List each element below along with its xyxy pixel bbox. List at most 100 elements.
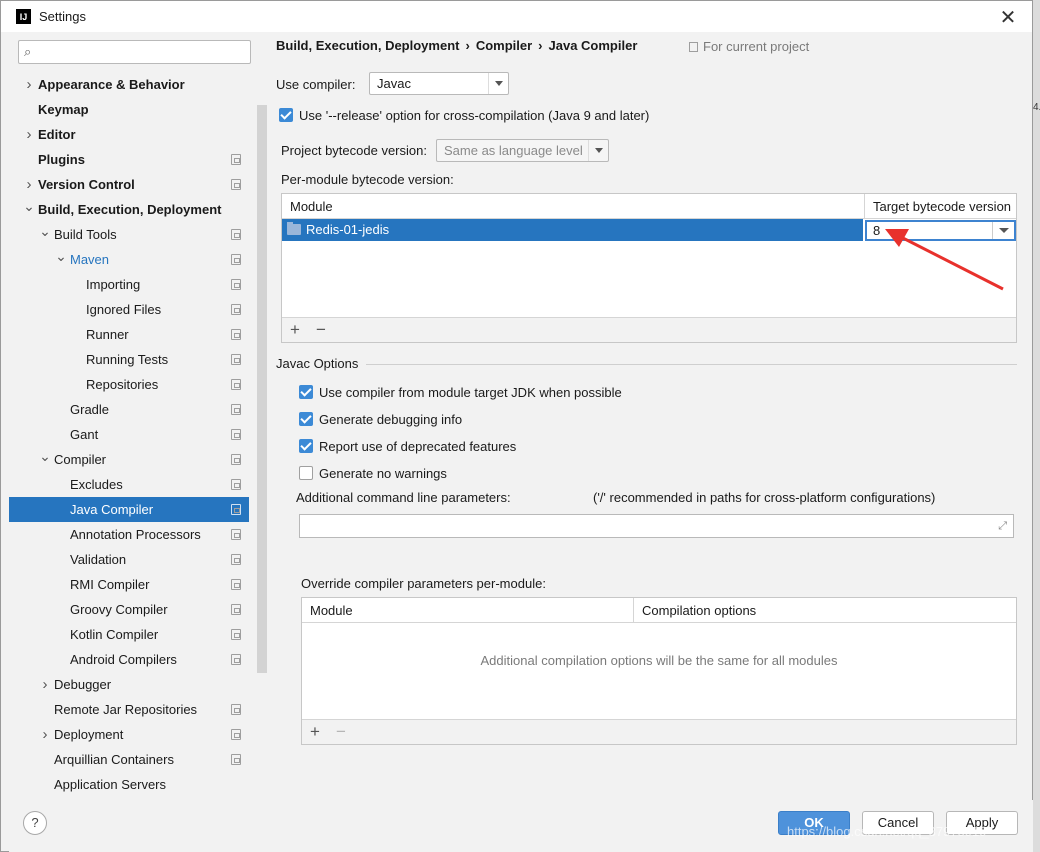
module-folder-icon [287,222,301,235]
sidebar-item-android-compilers[interactable]: Android Compilers [9,647,249,672]
sidebar-item-version-control[interactable]: › Version Control [9,172,249,197]
chevron-down-icon[interactable]: ⌄ [39,444,51,469]
chevron-right-icon[interactable]: › [23,122,35,147]
chevron-right-icon[interactable]: › [39,672,51,697]
sidebar-item-label: Keymap [38,102,89,117]
project-level-icon [231,704,241,715]
add-icon[interactable]: + [287,320,303,340]
opt-no-warnings-checkbox[interactable] [299,466,313,480]
project-level-icon [231,229,241,240]
sidebar-item-label: Plugins [38,152,85,167]
breadcrumb-item: Java Compiler [548,38,638,53]
opt-debug-info-checkbox[interactable] [299,412,313,426]
project-level-icon [231,329,241,340]
background-window-edge: 4. [1033,0,1040,852]
sidebar-item-label: Appearance & Behavior [38,77,185,92]
sidebar-item-label: RMI Compiler [70,577,150,592]
sidebar-item-label: Build, Execution, Deployment [38,202,222,217]
module-name: Redis-01-jedis [306,222,390,237]
sidebar-item-label: Gradle [70,402,110,417]
chevron-down-icon[interactable]: ⌄ [39,219,51,244]
sidebar-item-ignored-files[interactable]: Ignored Files [9,297,249,322]
cmd-params-input[interactable]: ⤢ [299,514,1014,538]
sidebar-item-label: Repositories [86,377,159,392]
sidebar-item-label: Annotation Processors [70,527,201,542]
sidebar-item-runner[interactable]: Runner [9,322,249,347]
release-option-checkbox[interactable] [279,108,293,122]
sidebar-item-label: Validation [70,552,127,567]
override-table: Module Compilation options Additional co… [301,597,1017,745]
sidebar-item-gradle[interactable]: Gradle [9,397,249,422]
sidebar-item-label: Version Control [38,177,135,192]
project-bytecode-select[interactable]: Same as language level [436,139,609,162]
chevron-down-icon[interactable]: ⌄ [55,244,67,269]
project-level-icon [231,504,241,515]
sidebar-item-running-tests[interactable]: Running Tests [9,347,249,372]
remove-icon[interactable]: − [313,320,329,340]
project-level-icon [231,629,241,640]
compiler-select[interactable]: Javac [369,72,509,95]
column-header-module[interactable]: Module [302,598,633,623]
project-level-icon [231,604,241,615]
sidebar-item-arquillian-containers[interactable]: Arquillian Containers [9,747,249,772]
chevron-right-icon[interactable]: › [23,72,35,97]
sidebar-item-label: Gant [70,427,99,442]
sidebar-item-keymap[interactable]: Keymap [9,97,249,122]
sidebar-item-editor[interactable]: › Editor [9,122,249,147]
chevron-down-icon [488,73,508,94]
sidebar-item-remote-jar-repositories[interactable]: Remote Jar Repositories [9,697,249,722]
sidebar-item-java-compiler[interactable]: Java Compiler [9,497,249,522]
project-level-icon [231,404,241,415]
close-icon[interactable]: ✕ [998,5,1018,30]
expand-icon[interactable]: ⤢ [998,520,1007,533]
javac-options-title: Javac Options [276,356,359,371]
project-level-icon [231,479,241,490]
sidebar-item-build-tools[interactable]: ⌄ Build Tools [9,222,249,247]
sidebar-item-repositories[interactable]: Repositories [9,372,249,397]
add-icon[interactable]: + [307,722,323,742]
table-row[interactable]: Redis-01-jedis [282,219,863,241]
settings-window: IJ Settings ✕ ⌕ › Appearance & Behavior Ke… [0,0,1033,852]
sidebar-item-label: Groovy Compiler [70,602,168,617]
sidebar-item-annotation-processors[interactable]: Annotation Processors [9,522,249,547]
sidebar-item-groovy-compiler[interactable]: Groovy Compiler [9,597,249,622]
use-compiler-label: Use compiler: [276,77,356,92]
chevron-right-icon[interactable]: › [39,722,51,747]
help-button[interactable]: ? [23,811,47,835]
opt-debug-info-label: Generate debugging info [319,412,463,427]
table-header: Module Target bytecode version [282,194,1016,219]
chevron-down-icon[interactable]: ⌄ [23,194,35,219]
sidebar-item-appearance-behavior[interactable]: › Appearance & Behavior [9,72,249,97]
search-input[interactable]: ⌕ [18,40,251,64]
sidebar-item-application-servers[interactable]: Application Servers [9,772,249,797]
sidebar-item-validation[interactable]: Validation [9,547,249,572]
column-header-target[interactable]: Target bytecode version [864,194,1016,219]
search-icon: ⌕ [24,44,32,59]
sidebar-item-maven[interactable]: ⌄ Maven [9,247,249,272]
project-level-icon [231,379,241,390]
project-level-icon [231,279,241,290]
sidebar-item-kotlin-compiler[interactable]: Kotlin Compiler [9,622,249,647]
opt-deprecated-checkbox[interactable] [299,439,313,453]
sidebar-item-label: Importing [86,277,141,292]
sidebar-item-compiler[interactable]: ⌄ Compiler [9,447,249,472]
project-icon [689,42,698,52]
project-bytecode-label: Project bytecode version: [281,143,427,158]
sidebar-item-plugins[interactable]: Plugins [9,147,249,172]
sidebar-scrollbar[interactable] [257,105,267,673]
project-level-icon [231,454,241,465]
release-option-label: Use '--release' option for cross-compila… [299,108,650,123]
sidebar-item-excludes[interactable]: Excludes [9,472,249,497]
column-header-module[interactable]: Module [282,194,864,219]
column-header-options[interactable]: Compilation options [633,598,1016,623]
sidebar-item-importing[interactable]: Importing [9,272,249,297]
sidebar-item-label: Debugger [54,677,112,692]
project-level-icon [231,429,241,440]
window-title: Settings [39,9,86,24]
sidebar-item-rmi-compiler[interactable]: RMI Compiler [9,572,249,597]
opt-target-jdk-checkbox[interactable] [299,385,313,399]
sidebar-item-debugger[interactable]: › Debugger [9,672,249,697]
watermark: https://blog.csdn.net/qq_37975919 [787,824,987,839]
remove-icon: − [336,722,346,741]
sidebar-item-deployment[interactable]: › Deployment [9,722,249,747]
